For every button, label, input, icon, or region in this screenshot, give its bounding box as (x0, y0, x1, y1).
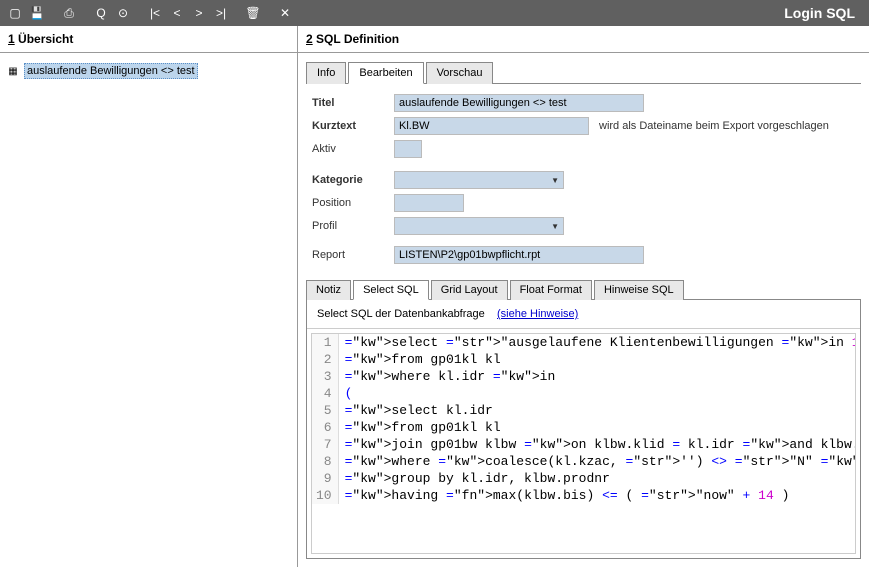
code-line: 6="kw">from gp01kl kl (312, 419, 856, 436)
tab-select-sql[interactable]: Select SQL (353, 280, 429, 300)
panel-definition: 2 SQL Definition Info Bearbeiten Vorscha… (298, 26, 869, 567)
kategorie-dropdown[interactable]: ▼ (394, 171, 564, 189)
panel-overview: 1 Übersicht ▦ auslaufende Bewilligungen … (0, 26, 298, 567)
titlebar: ▢ 💾 ⎙ Q ⊙ |< < > >| 🗑 ✕ Login SQL (0, 0, 869, 26)
tabs-main: Info Bearbeiten Vorschau (306, 61, 861, 84)
tree-item[interactable]: ▦ auslaufende Bewilligungen <> test (6, 63, 291, 79)
save-icon[interactable]: 💾 (28, 4, 46, 22)
tab-notiz[interactable]: Notiz (306, 280, 351, 300)
code-text[interactable]: ="kw">from gp01kl kl (338, 351, 856, 368)
tabs-sql: Notiz Select SQL Grid Layout Float Forma… (306, 279, 861, 300)
code-line: 1="kw">select ="str">"ausgelaufene Klien… (312, 334, 856, 351)
zoom-out-icon[interactable]: Q (92, 4, 110, 22)
tab-grid-layout[interactable]: Grid Layout (431, 280, 508, 300)
code-text[interactable]: ="kw">where kl.idr ="kw">in (338, 368, 856, 385)
aktiv-label: Aktiv (312, 143, 394, 155)
window-title: Login SQL (784, 5, 863, 21)
print-icon[interactable]: ⎙ (60, 4, 78, 22)
tab-vorschau[interactable]: Vorschau (426, 62, 494, 84)
code-line: 4( (312, 385, 856, 402)
prev-icon[interactable]: < (168, 4, 186, 22)
report-input[interactable] (394, 246, 644, 264)
kurztext-label: Kurztext (312, 120, 394, 132)
code-line: 7="kw">join gp01bw klbw ="kw">on klbw.kl… (312, 436, 856, 453)
code-text[interactable]: ="kw">select ="str">"ausgelaufene Klient… (338, 334, 856, 351)
code-text[interactable]: ="kw">group by kl.idr, klbw.prodnr (338, 470, 856, 487)
profil-dropdown[interactable]: ▼ (394, 217, 564, 235)
tree-item-label: auslaufende Bewilligungen <> test (24, 63, 198, 79)
line-number: 10 (312, 487, 338, 504)
report-label: Report (312, 249, 394, 261)
kurztext-input[interactable] (394, 117, 589, 135)
line-number: 1 (312, 334, 338, 351)
code-text[interactable]: ( (338, 385, 856, 402)
code-line: 8="kw">where ="kw">coalesce(kl.kzac, ="s… (312, 453, 856, 470)
tree: ▦ auslaufende Bewilligungen <> test (0, 53, 297, 89)
trash-icon[interactable]: 🗑 (244, 4, 262, 22)
chevron-down-icon: ▼ (551, 176, 559, 185)
chevron-down-icon: ▼ (551, 222, 559, 231)
line-number: 4 (312, 385, 338, 402)
hinweise-link[interactable]: (siehe Hinweise) (497, 308, 578, 320)
line-number: 9 (312, 470, 338, 487)
line-number: 7 (312, 436, 338, 453)
close-icon[interactable]: ✕ (276, 4, 294, 22)
line-number: 2 (312, 351, 338, 368)
code-line: 5="kw">select kl.idr (312, 402, 856, 419)
code-line: 3="kw">where kl.idr ="kw">in (312, 368, 856, 385)
kategorie-label: Kategorie (312, 174, 394, 186)
code-text[interactable]: ="kw">where ="kw">coalesce(kl.kzac, ="st… (338, 453, 856, 470)
definition-header: 2 SQL Definition (298, 26, 869, 53)
tab-info[interactable]: Info (306, 62, 346, 84)
code-text[interactable]: ="kw">join gp01bw klbw ="kw">on klbw.kli… (338, 436, 856, 453)
tab-bearbeiten[interactable]: Bearbeiten (348, 62, 423, 84)
code-line: 2="kw">from gp01kl kl (312, 351, 856, 368)
kurztext-hint: wird als Dateiname beim Export vorgeschl… (599, 120, 829, 132)
sql-header: Select SQL der Datenbankabfrage (siehe H… (307, 300, 860, 329)
code-text[interactable]: ="kw">having ="fn">max(klbw.bis) <= ( ="… (338, 487, 856, 504)
titel-input[interactable] (394, 94, 644, 112)
sql-section: Select SQL der Datenbankabfrage (siehe H… (306, 300, 861, 559)
profil-label: Profil (312, 220, 394, 232)
code-line: 10="kw">having ="fn">max(klbw.bis) <= ( … (312, 487, 856, 504)
line-number: 5 (312, 402, 338, 419)
line-number: 8 (312, 453, 338, 470)
sql-item-icon: ▦ (6, 65, 20, 77)
last-icon[interactable]: >| (212, 4, 230, 22)
overview-header: 1 Übersicht (0, 26, 297, 53)
form-area: Titel Kurztext wird als Dateiname beim E… (298, 84, 869, 273)
titel-label: Titel (312, 97, 394, 109)
next-icon[interactable]: > (190, 4, 208, 22)
aktiv-input[interactable] (394, 140, 422, 158)
position-input[interactable] (394, 194, 464, 212)
line-number: 6 (312, 419, 338, 436)
tab-float-format[interactable]: Float Format (510, 280, 592, 300)
position-label: Position (312, 197, 394, 209)
code-line: 9="kw">group by kl.idr, klbw.prodnr (312, 470, 856, 487)
zoom-in-icon[interactable]: ⊙ (114, 4, 132, 22)
line-number: 3 (312, 368, 338, 385)
code-text[interactable]: ="kw">from gp01kl kl (338, 419, 856, 436)
code-editor[interactable]: 1="kw">select ="str">"ausgelaufene Klien… (311, 333, 856, 554)
code-text[interactable]: ="kw">select kl.idr (338, 402, 856, 419)
doc-icon[interactable]: ▢ (6, 4, 24, 22)
first-icon[interactable]: |< (146, 4, 164, 22)
toolbar: ▢ 💾 ⎙ Q ⊙ |< < > >| 🗑 ✕ (6, 4, 294, 22)
tab-hinweise-sql[interactable]: Hinweise SQL (594, 280, 684, 300)
